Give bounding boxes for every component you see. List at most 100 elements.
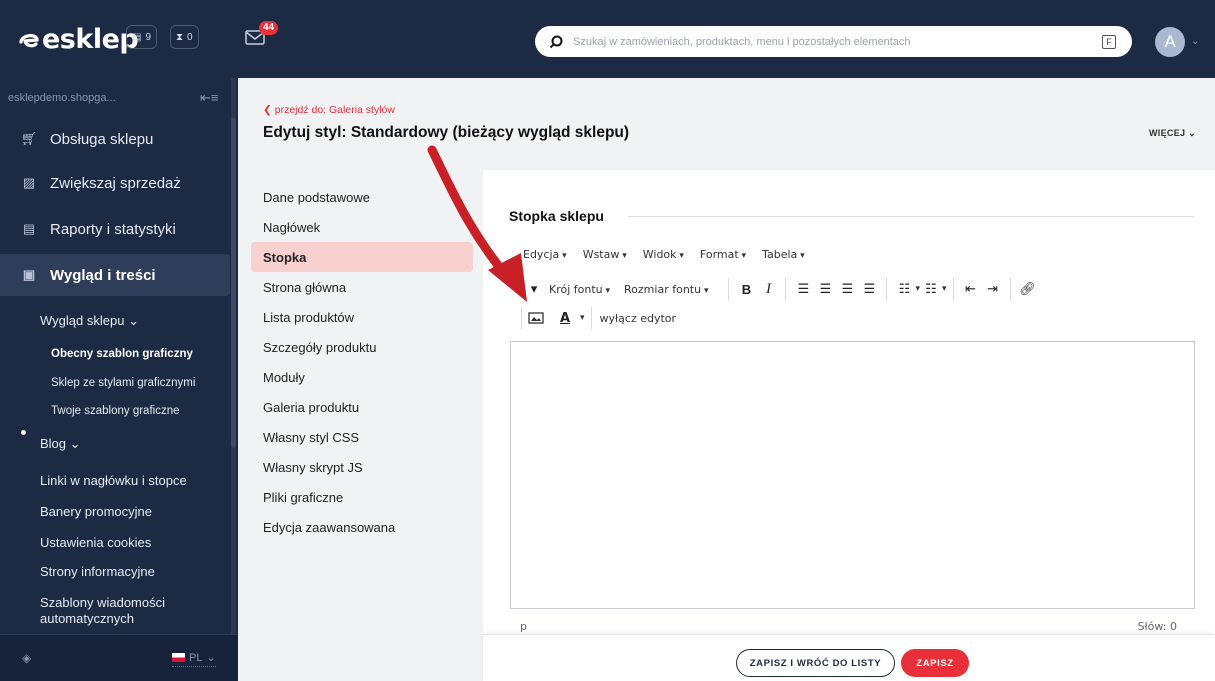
insert-image-icon[interactable] bbox=[528, 312, 544, 324]
menu-format[interactable]: Format bbox=[700, 248, 746, 261]
layers-icon[interactable]: ◈ bbox=[22, 651, 31, 665]
section-item-custom-css[interactable]: Własny styl CSS bbox=[251, 422, 473, 452]
divider bbox=[521, 307, 522, 329]
section-item-advanced[interactable]: Edycja zaawansowana bbox=[251, 512, 473, 542]
save-and-back-button[interactable]: ZAPISZ I WRÓĆ DO LISTY bbox=[736, 649, 895, 677]
divider bbox=[952, 278, 954, 300]
search-icon bbox=[549, 35, 563, 48]
editor-panel: Stopka sklepu Edycja Wstaw Widok Format … bbox=[483, 170, 1215, 681]
section-item-product-list[interactable]: Lista produktów bbox=[251, 302, 473, 332]
sidebar-item-appearance[interactable]: ▣ Wygląd i treści bbox=[0, 254, 230, 296]
align-center-icon[interactable]: ☰ bbox=[814, 279, 836, 299]
divider bbox=[785, 278, 787, 300]
back-link[interactable]: ❮ przejdź do: Galeria stylów bbox=[263, 104, 395, 116]
disable-editor-link[interactable]: wyłącz edytor bbox=[600, 312, 677, 325]
editor-heading: Stopka sklepu bbox=[509, 208, 604, 224]
flag-icon bbox=[172, 653, 185, 662]
link-icon[interactable]: 🔗︎ bbox=[1017, 279, 1039, 299]
align-justify-icon[interactable]: ☰ bbox=[858, 279, 880, 299]
divider bbox=[728, 278, 730, 300]
section-item-homepage[interactable]: Strona główna bbox=[251, 272, 473, 302]
collapse-sidebar-icon[interactable]: ⇤≡ bbox=[200, 90, 218, 106]
sidebar-item-label: Raporty i statystyki bbox=[50, 220, 176, 238]
document-icon: ▤ bbox=[132, 31, 142, 43]
menu-table[interactable]: Tabela bbox=[762, 248, 805, 261]
section-item-modules[interactable]: Moduły bbox=[251, 362, 473, 392]
chevron-down-icon: ⌄ bbox=[206, 652, 216, 664]
rich-text-editor[interactable] bbox=[510, 341, 1195, 609]
word-count: Słów: 0 bbox=[1137, 620, 1177, 633]
sidebar-group-label: Wygląd sklepu bbox=[40, 313, 125, 328]
pending-counter[interactable]: ⧗ 0 bbox=[170, 25, 199, 49]
section-nav: Dane podstawowe Nagłówek Stopka Strona g… bbox=[251, 182, 473, 542]
section-item-custom-js[interactable]: Własny skrypt JS bbox=[251, 452, 473, 482]
section-item-basic[interactable]: Dane podstawowe bbox=[251, 182, 473, 212]
more-label: WIĘCEJ bbox=[1149, 128, 1186, 138]
editor-menubar: Edycja Wstaw Widok Format Tabela bbox=[523, 248, 805, 261]
hourglass-icon: ⧗ bbox=[176, 31, 184, 43]
section-item-product-gallery[interactable]: Galeria produktu bbox=[251, 392, 473, 422]
chevron-down-icon[interactable]: ⌄ bbox=[1191, 36, 1199, 47]
indent-icon[interactable]: ⇥ bbox=[982, 279, 1004, 299]
logo[interactable]: esklep bbox=[18, 24, 139, 55]
font-family-dropdown[interactable]: Krój fontu bbox=[549, 283, 610, 296]
avatar[interactable]: A bbox=[1155, 27, 1185, 57]
sidebar-item-shop-service[interactable]: 🛒︎ Obsługa sklepu bbox=[0, 118, 230, 160]
chevron-down-icon: ⌄ bbox=[1188, 128, 1196, 138]
editor-toolbar: ▾ Krój fontu Rozmiar fontu B I ☰ ☰ ☰ ☰ ☷… bbox=[527, 278, 1039, 300]
element-path: p bbox=[520, 620, 527, 633]
section-item-product-details[interactable]: Szczegóły produktu bbox=[251, 332, 473, 362]
page-title: Edytuj styl: Standardowy (bieżący wygląd… bbox=[263, 124, 630, 141]
chevron-down-icon: ⌄ bbox=[128, 313, 139, 328]
action-bar: ZAPISZ I WRÓĆ DO LISTY ZAPISZ bbox=[483, 634, 1215, 681]
sidebar-group-blog[interactable]: Blog ⌄ bbox=[40, 436, 81, 452]
sidebar-scrollbar-thumb[interactable] bbox=[231, 118, 236, 448]
search-bar[interactable]: F bbox=[535, 26, 1132, 57]
chevron-down-icon: ⌄ bbox=[69, 436, 81, 451]
sidebar-item-header-footer-links[interactable]: Linki w nagłówku i stopce bbox=[40, 473, 187, 488]
chevron-down-icon[interactable]: ▾ bbox=[942, 284, 947, 294]
search-input[interactable] bbox=[573, 35, 1102, 48]
menu-view[interactable]: Widok bbox=[643, 248, 684, 261]
numbered-list-icon[interactable]: ☷ bbox=[920, 279, 942, 299]
language-selector[interactable]: PL ⌄ bbox=[172, 651, 216, 667]
bullet-list-icon[interactable]: ☷ bbox=[893, 279, 915, 299]
sidebar-item-info-pages[interactable]: Strony informacyjne bbox=[40, 564, 155, 579]
section-item-header[interactable]: Nagłówek bbox=[251, 212, 473, 242]
chevron-left-icon: ❮ bbox=[263, 104, 272, 116]
editor-toolbar-2: A ▾ wyłącz edytor bbox=[515, 307, 676, 329]
sidebar-item-label: Zwiększaj sprzedaż bbox=[50, 174, 181, 192]
more-button[interactable]: WIĘCEJ ⌄ bbox=[1149, 128, 1196, 139]
documents-counter[interactable]: ▤ 9 bbox=[126, 25, 158, 49]
search-shortcut-icon: F bbox=[1102, 34, 1116, 49]
shop-domain[interactable]: esklepdemo.shopga... bbox=[8, 92, 116, 104]
align-right-icon[interactable]: ☰ bbox=[836, 279, 858, 299]
sidebar-item-cookies[interactable]: Ustawienia cookies bbox=[40, 535, 151, 550]
save-button[interactable]: ZAPISZ bbox=[901, 649, 969, 677]
italic-icon[interactable]: I bbox=[757, 279, 779, 299]
chevron-down-icon[interactable]: ▾ bbox=[580, 313, 585, 323]
sidebar-item-increase-sales[interactable]: ▨ Zwiększaj sprzedaż bbox=[0, 162, 230, 204]
sidebar: esklepdemo.shopga... ⇤≡ 🛒︎ Obsługa sklep… bbox=[0, 78, 238, 681]
section-item-footer[interactable]: Stopka bbox=[251, 242, 473, 272]
bold-icon[interactable]: B bbox=[735, 279, 757, 299]
block-format-dropdown-icon[interactable]: ▾ bbox=[527, 279, 541, 299]
section-item-image-files[interactable]: Pliki graficzne bbox=[251, 482, 473, 512]
cart-icon: 🛒︎ bbox=[20, 131, 38, 146]
text-color-icon[interactable]: A bbox=[554, 308, 576, 328]
documents-count: 9 bbox=[145, 31, 152, 43]
sidebar-item-your-templates[interactable]: Twoje szablony graficzne bbox=[51, 405, 179, 417]
align-left-icon[interactable]: ☰ bbox=[792, 279, 814, 299]
sidebar-item-styled-shop[interactable]: Sklep ze stylami graficznymi bbox=[51, 377, 195, 389]
menu-edit[interactable]: Edycja bbox=[523, 248, 567, 261]
sidebar-item-promo-banners[interactable]: Banery promocyjne bbox=[40, 504, 152, 519]
sidebar-item-reports[interactable]: ▤ Raporty i statystyki bbox=[0, 208, 230, 250]
outdent-icon[interactable]: ⇤ bbox=[960, 279, 982, 299]
menu-insert[interactable]: Wstaw bbox=[583, 248, 627, 261]
chart-icon: ▨ bbox=[22, 175, 36, 190]
sidebar-group-shop-look[interactable]: Wygląd sklepu ⌄ bbox=[40, 313, 139, 329]
sidebar-group-label: Blog bbox=[40, 436, 67, 451]
font-size-dropdown[interactable]: Rozmiar fontu bbox=[624, 283, 708, 296]
sidebar-item-current-template[interactable]: Obecny szablon graficzny bbox=[51, 348, 193, 360]
sidebar-item-message-templates[interactable]: Szablony wiadomości automatycznych bbox=[40, 595, 190, 627]
